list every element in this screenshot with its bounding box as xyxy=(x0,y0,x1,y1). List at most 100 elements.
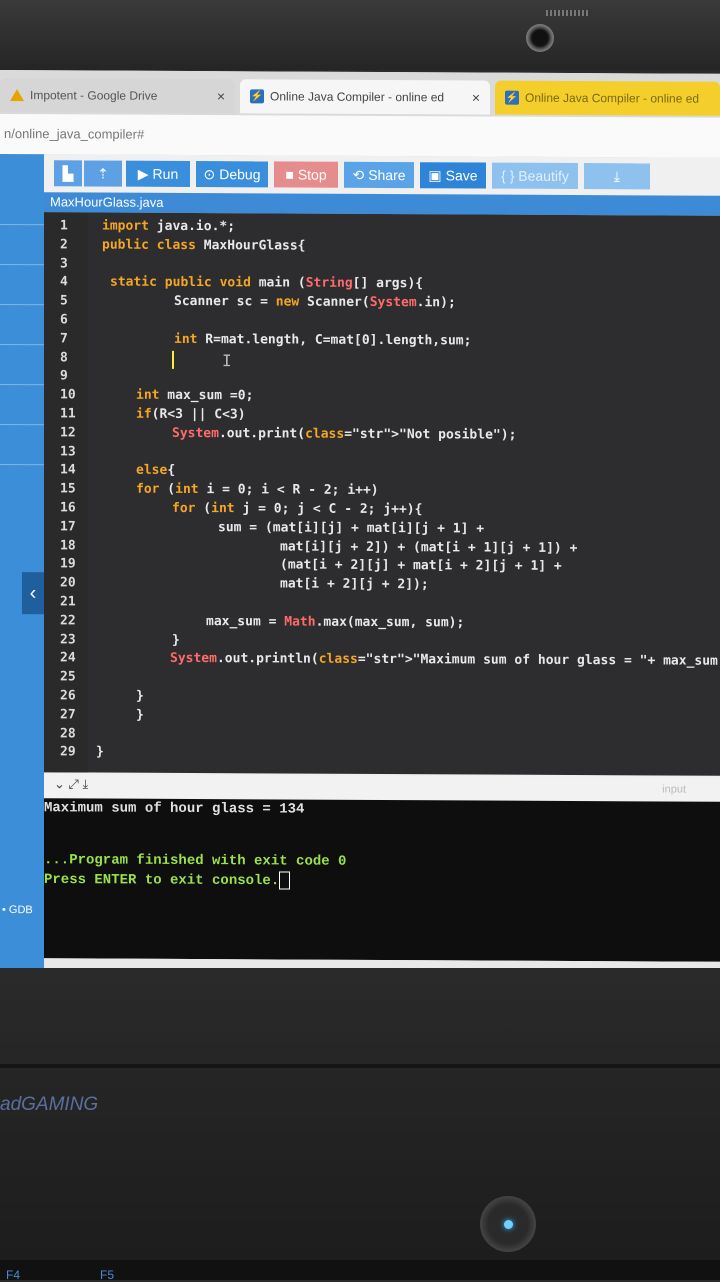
sidebar-divider xyxy=(0,344,44,346)
sidebar-divider xyxy=(0,464,44,466)
ibeam-cursor-icon: I xyxy=(222,351,232,371)
code-line[interactable]: 25 xyxy=(44,669,720,691)
input-label[interactable]: input xyxy=(662,783,686,795)
code-line[interactable]: 27} xyxy=(44,707,720,729)
code-line[interactable]: 13 xyxy=(44,444,720,466)
code-editor[interactable]: 1 import java.io.*; 2 public class MaxHourG… xyxy=(44,212,720,776)
code-line[interactable]: 5 Scanner sc = new Scanner(System.in); xyxy=(44,293,720,315)
code-line[interactable]: 18 mat[i][j + 2]) + (mat[i + 1][j + 1]) + xyxy=(44,538,720,560)
download-button[interactable]: ⤓ xyxy=(584,163,650,190)
stop-button[interactable]: ■ Stop xyxy=(274,161,338,188)
code-line[interactable]: 29} xyxy=(44,745,720,767)
line-number: 2 xyxy=(60,237,68,253)
gdb-link[interactable]: • GDB xyxy=(2,904,33,916)
code-text: public class MaxHourGlass{ xyxy=(102,237,306,254)
code-text: } xyxy=(96,744,104,760)
code-line[interactable]: 11 if(R<3 || C<3) xyxy=(44,406,720,428)
code-line[interactable]: 4 static public void main (String[] args)… xyxy=(44,275,720,297)
press-enter-message: Press ENTER to exit console. xyxy=(44,870,291,890)
sidebar-divider xyxy=(0,424,44,426)
tab-label: Online Java Compiler - online ed xyxy=(525,90,700,106)
code-text: max_sum = Math.max(max_sum, sum); xyxy=(206,613,465,631)
code-line[interactable]: 22 max_sum = Math.max(max_sum, sum); xyxy=(44,613,720,635)
line-number: 23 xyxy=(60,631,76,647)
close-icon[interactable]: × xyxy=(472,89,480,105)
line-number: 29 xyxy=(60,744,76,760)
bolt-icon: ⚡ xyxy=(505,90,519,105)
tab-online-java-compiler-active[interactable]: ⚡ Online Java Compiler - online ed × xyxy=(240,79,490,115)
keyboard-row: F4 F5 xyxy=(0,1260,720,1282)
laptop-deck: adGAMING F4 F5 xyxy=(0,968,720,1282)
beautify-label: { } Beautify xyxy=(501,167,569,184)
webcam xyxy=(526,24,554,52)
line-number: 11 xyxy=(60,406,76,422)
line-number: 28 xyxy=(60,725,76,741)
code-line[interactable]: 17 sum = (mat[i][j] + mat[i][j + 1] + xyxy=(44,519,720,541)
line-number: 18 xyxy=(60,537,76,553)
brand-logo: adGAMING xyxy=(0,1094,99,1115)
code-line[interactable]: 24 System.out.println(class="str">"Maximu… xyxy=(44,651,720,673)
program-output: Maximum sum of hour glass = 134 xyxy=(44,800,305,818)
code-line[interactable]: 19 (mat[i + 2][j] + mat[i + 2][j + 1] + xyxy=(44,557,720,579)
line-number: 8 xyxy=(60,349,68,365)
code-line[interactable]: 12 System.out.print(class="str">"Not posi… xyxy=(44,425,720,447)
code-line[interactable]: 23} xyxy=(44,632,720,654)
code-line[interactable]: 9 xyxy=(44,369,720,391)
tab-label: Impotent - Google Drive xyxy=(30,88,158,103)
address-bar[interactable]: n/online_java_compiler# xyxy=(0,114,720,159)
code-text: System.out.println(class="str">"Maximum … xyxy=(170,651,720,670)
upload-icon: ⇡ xyxy=(97,165,109,182)
debug-label: Debug xyxy=(219,166,261,183)
console-output[interactable]: Maximum sum of hour glass = 134 ...Progr… xyxy=(44,798,720,962)
code-text: static public void main (String[] args){ xyxy=(110,274,424,292)
code-line[interactable]: 7 int R=mat.length, C=mat[0].length,sum; xyxy=(44,331,720,353)
save-label: Save xyxy=(445,167,478,184)
terminal-cursor xyxy=(279,871,291,890)
line-number: 5 xyxy=(60,293,68,309)
code-line[interactable]: 20 mat[i + 2][j + 2]); xyxy=(44,575,720,597)
save-button[interactable]: ▣ Save xyxy=(420,162,486,189)
line-number: 24 xyxy=(60,650,76,666)
line-number: 17 xyxy=(60,519,76,535)
share-icon: ⟲ xyxy=(352,166,365,183)
code-text: for (int i = 0; i < R - 2; i++) xyxy=(136,481,379,499)
play-icon: ▶ xyxy=(137,165,149,182)
debug-button[interactable]: ⊙ Debug xyxy=(196,161,268,188)
code-line[interactable]: 8 xyxy=(44,350,720,372)
code-text: mat[i + 2][j + 2]); xyxy=(280,576,429,593)
code-line[interactable]: 21 xyxy=(44,594,720,616)
code-line[interactable]: 2 public class MaxHourGlass{ xyxy=(44,237,720,259)
code-text: for (int j = 0; j < C - 2; j++){ xyxy=(172,500,423,518)
close-icon[interactable]: × xyxy=(217,88,225,104)
code-line[interactable]: 15 for (int i = 0; i < R - 2; i++) xyxy=(44,481,720,503)
code-text: else{ xyxy=(136,463,176,479)
sidebar-divider xyxy=(0,224,44,226)
tab-label: Online Java Compiler - online ed xyxy=(270,89,445,105)
hinge xyxy=(0,1064,720,1068)
share-label: Share xyxy=(368,166,406,184)
code-line[interactable]: 28 xyxy=(44,726,720,748)
code-line[interactable]: 1 import java.io.*; xyxy=(44,218,720,240)
code-line[interactable]: 14 else{ xyxy=(44,463,720,485)
power-button[interactable] xyxy=(480,1196,536,1252)
tab-google-drive[interactable]: Impotent - Google Drive × xyxy=(0,78,235,114)
run-button[interactable]: ▶ Run xyxy=(126,160,190,187)
run-label: Run xyxy=(152,165,179,182)
collapse-sidebar-chevron-icon[interactable]: ‹ xyxy=(22,572,44,615)
code-line[interactable]: 6 xyxy=(44,312,720,334)
console-controls-icon[interactable]: ⌄ ⤢ ⤓ xyxy=(54,776,88,792)
code-text: } xyxy=(136,707,144,723)
share-button[interactable]: ⟲ Share xyxy=(344,161,414,189)
code-line[interactable]: 26} xyxy=(44,688,720,710)
tab-online-java-compiler[interactable]: ⚡ Online Java Compiler - online ed xyxy=(495,80,720,116)
url-text[interactable]: n/online_java_compiler# xyxy=(4,126,144,142)
code-line[interactable]: 3 xyxy=(44,256,720,278)
beautify-button[interactable]: { } Beautify xyxy=(492,162,578,190)
browser-tab-bar: Impotent - Google Drive × ⚡ Online Java … xyxy=(0,70,720,118)
code-line[interactable]: 10 int max_sum =0; xyxy=(44,387,720,409)
new-file-button[interactable]: ▙ xyxy=(54,160,82,187)
code-line[interactable]: 16 for (int j = 0; j < C - 2; j++){ xyxy=(44,500,720,522)
code-text: int R=mat.length, C=mat[0].length,sum; xyxy=(174,331,472,349)
line-number: 25 xyxy=(60,669,76,685)
upload-button[interactable]: ⇡ xyxy=(84,160,122,187)
